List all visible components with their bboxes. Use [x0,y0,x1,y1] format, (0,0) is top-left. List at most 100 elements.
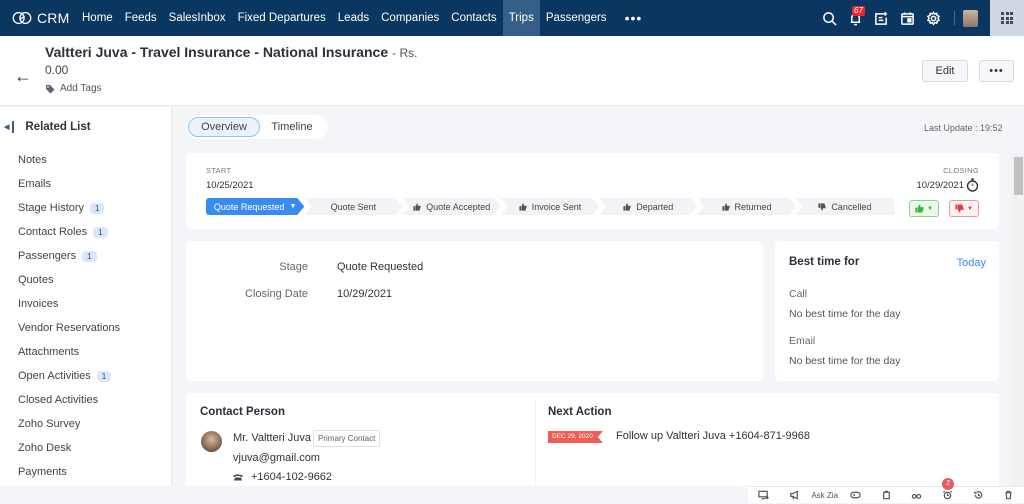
trash-icon [1005,490,1012,500]
games-button[interactable] [840,487,871,504]
stage-label: Quote Requested [213,201,285,212]
sidebar-item-contact-roles[interactable]: Contact Roles 1 [18,220,120,244]
related-list-items: Notes Emails Stage History 1 Contact Roles 1 P… [18,148,120,484]
bottom-toolbar: Ask Zia 2 [748,477,1024,504]
nav-salesinbox[interactable]: SalesInbox [163,0,232,36]
mark-won-button[interactable]: ▼ [909,200,939,217]
nav-feeds[interactable]: Feeds [119,0,163,36]
tab-timeline[interactable]: Timeline [260,117,324,137]
sidebar-item-open-activities[interactable]: Open Activities 1 [18,364,120,388]
reminders-button[interactable]: 2 [932,477,963,504]
scrollbar-thumb[interactable] [1014,157,1023,195]
stage-label: Returned [734,201,772,212]
contact-person-heading: Contact Person [200,406,285,418]
call-label: Call [789,288,808,300]
stage-cancelled[interactable]: Cancelled [795,198,894,215]
sidebar-item-zoho-survey[interactable]: Zoho Survey [18,412,120,436]
sidebar-item-label: Stage History [18,202,85,214]
thumbs-up-icon [915,204,924,213]
next-action-text[interactable]: Follow up Valtteri Juva +1604-871-9968 [616,430,810,442]
search-button[interactable] [816,0,842,36]
nav-leads[interactable]: Leads [332,0,375,36]
field-value-closing-date[interactable]: 10/29/2021 [337,288,392,300]
notifications-button[interactable]: 67 [842,0,868,36]
stage-quote-requested[interactable]: Quote Requested ▼ [206,198,304,215]
chevron-down-icon[interactable]: ▼ [289,203,296,210]
sidebar-item-quotes[interactable]: Quotes [18,268,120,292]
sidebar-item-stage-history[interactable]: Stage History 1 [18,196,120,220]
announcements-button[interactable] [779,487,810,504]
user-avatar[interactable] [963,9,978,27]
mark-lost-button[interactable]: ▼ [949,200,979,217]
field-value-stage[interactable]: Quote Requested [337,261,423,273]
details-card: Stage Quote Requested Closing Date 10/29… [186,241,763,381]
settings-button[interactable] [920,0,946,36]
sidebar-item-notes[interactable]: Notes [18,148,120,172]
stage-returned[interactable]: Returned [697,198,795,215]
stage-label: Quote Accepted [426,201,491,212]
more-modules-button[interactable]: ••• [613,0,655,36]
quick-create-button[interactable] [868,0,894,36]
add-tags-link[interactable]: Add Tags [45,83,102,94]
nav-passengers[interactable]: Passengers [540,0,613,36]
page-scrollbar[interactable] [1012,153,1024,488]
sidebar-item-emails[interactable]: Emails [18,172,120,196]
nav-companies[interactable]: Companies [375,0,445,36]
sidebar-item-label: Quotes [18,274,54,286]
sidebar-item-attachments[interactable]: Attachments [18,340,120,364]
sidebar-item-label: Zoho Survey [18,418,81,430]
contact-email[interactable]: vjuva@gmail.com [233,452,320,464]
gear-icon [926,10,940,26]
clipboard-button[interactable] [871,487,902,504]
apps-grid-button[interactable] [990,0,1024,36]
email-best-time: No best time for the day [789,355,901,367]
sidebar-item-passengers[interactable]: Passengers 1 [18,244,120,268]
view-tabs: Overview Timeline [186,115,328,139]
sidebar-item-payments[interactable]: Payments [18,460,120,484]
monitor-icon [758,490,769,500]
record-amount: 0.00 [45,63,69,77]
nav-contacts[interactable]: Contacts [445,0,502,36]
back-arrow-icon[interactable]: ← [14,66,32,87]
stage-quote-accepted[interactable]: Quote Accepted [403,198,501,215]
nav-trips[interactable]: Trips [502,0,540,36]
stage-departed[interactable]: Departed [599,198,697,215]
tab-overview[interactable]: Overview [188,117,260,137]
sidebar-item-label: Notes [18,154,47,166]
edit-button[interactable]: Edit [922,60,968,82]
recent-items-button[interactable] [963,487,994,504]
screen-share-button[interactable] [748,487,779,504]
brand-name: CRM [37,10,70,26]
best-time-card: Best time for Today Call No best time fo… [775,241,999,381]
sidebar-item-vendor-reservations[interactable]: Vendor Reservations [18,316,120,340]
sidebar-item-closed-activities[interactable]: Closed Activities [18,388,120,412]
sidebar-item-invoices[interactable]: Invoices [18,292,120,316]
count-badge: 1 [82,250,97,262]
megaphone-icon [789,490,798,500]
collapse-arrow-icon[interactable]: ◀ [4,123,9,131]
recycle-bin-button[interactable] [993,487,1024,504]
contact-phone[interactable]: +1604-102-9662 [233,471,332,483]
nav-home[interactable]: Home [76,0,119,36]
closing-date: 10/29/2021 [916,180,964,191]
stage-quote-sent[interactable]: Quote Sent [304,198,402,215]
nav-fixed-departures[interactable]: Fixed Departures [232,0,332,36]
notification-count-badge: 67 [852,6,865,16]
search-icon [822,11,837,26]
contact-avatar[interactable] [201,431,222,452]
start-label: START [206,166,232,175]
translate-button[interactable] [901,487,932,504]
ask-zia-button[interactable]: Ask Zia [809,487,840,504]
tag-icon [46,84,55,93]
stage-invoice-sent[interactable]: Invoice Sent [501,198,599,215]
best-time-period-dropdown[interactable]: Today [957,257,986,269]
more-actions-button[interactable]: ••• [979,60,1014,82]
related-list-heading[interactable]: ◀ Related List [4,121,91,133]
calendar-button[interactable] [894,0,920,36]
crm-logo-icon [12,11,32,25]
contact-name[interactable]: Mr. Valtteri Juva [233,432,311,444]
sidebar-item-zoho-desk[interactable]: Zoho Desk [18,436,120,460]
clipboard-icon [882,490,890,500]
reminder-count-badge: 2 [942,477,955,490]
crm-logo[interactable]: CRM [0,0,76,36]
